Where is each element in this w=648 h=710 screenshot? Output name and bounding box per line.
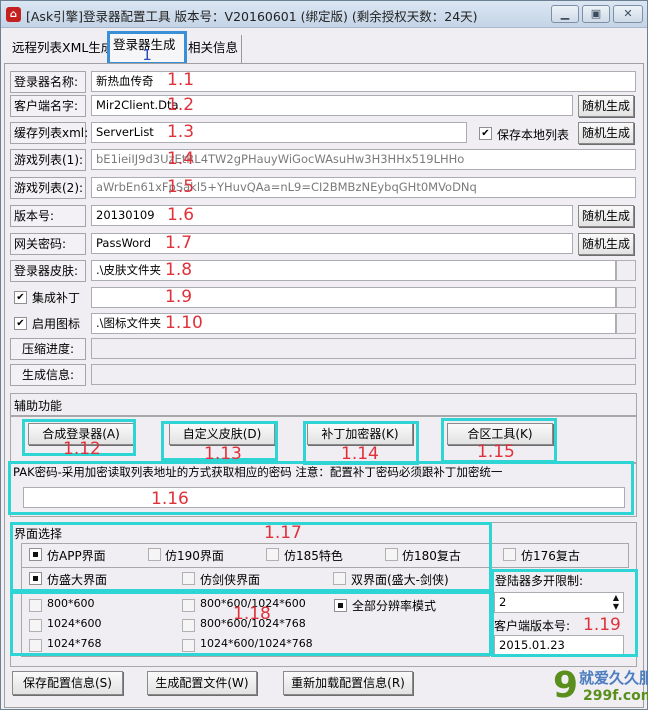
watermark-digit: 9 xyxy=(553,665,579,706)
aux-divider xyxy=(10,415,637,417)
launcher-skin-browse-button[interactable] xyxy=(616,260,636,281)
save-local-list-label: 保存本地列表 xyxy=(497,128,570,142)
generate-info-field xyxy=(91,364,636,385)
annotation-label: 1.18 xyxy=(233,604,271,624)
save-config-button[interactable]: 保存配置信息(S) xyxy=(12,671,123,695)
app-logo-icon: ⌂ xyxy=(6,7,21,22)
ui-option-checkbox[interactable] xyxy=(503,548,516,561)
maximize-button[interactable]: ▣ xyxy=(582,5,610,23)
tab-label: 相关信息 xyxy=(188,40,239,55)
launcher-name-label: 登录器名称: xyxy=(10,71,86,93)
annotation-label: 1.2 xyxy=(167,95,195,115)
close-icon: ✕ xyxy=(623,7,633,20)
version-input[interactable]: 20130109 xyxy=(91,205,573,226)
generate-config-button[interactable]: 生成配置文件(W) xyxy=(147,671,257,695)
annotation-label: 1.12 xyxy=(63,439,101,459)
annotation-label: 1.15 xyxy=(477,442,515,462)
title-bar: ⌂ [Ask引擎]登录器配置工具 版本号：V20160601 (绑定版) (剩余… xyxy=(1,1,647,28)
tab-label: 远程列表XML生成 xyxy=(12,40,114,55)
icon-browse-button[interactable] xyxy=(616,313,636,334)
annotation-label: 1.7 xyxy=(165,233,193,253)
compress-progress-label: 压缩进度: xyxy=(10,338,86,360)
random-cache-list-button[interactable]: 随机生成 xyxy=(578,122,634,144)
client-name-label: 客户端名字: xyxy=(10,95,86,117)
gateway-password-input[interactable]: PassWord xyxy=(91,233,573,254)
annotation-label: 1.9 xyxy=(165,287,193,307)
game-list-1-label: 游戏列表(1): xyxy=(10,149,86,171)
patch-browse-button[interactable] xyxy=(616,287,636,308)
tab-remote-xml[interactable]: 远程列表XML生成 xyxy=(9,35,116,63)
annotation-box xyxy=(8,461,634,515)
watermark-bottom: 299f.com xyxy=(583,688,648,704)
annotation-box xyxy=(491,569,638,657)
aux-functions-title: 辅助功能 xyxy=(14,399,63,413)
annotation-label: 1.6 xyxy=(167,205,195,225)
watermark-logo: 9 就爱久久服 299f.com xyxy=(553,665,648,708)
watermark-top: 就爱久久服 xyxy=(579,669,648,687)
save-local-list-checkbox[interactable]: ✔ xyxy=(479,127,492,140)
minimize-button[interactable]: ▁ xyxy=(551,5,579,23)
random-version-button[interactable]: 随机生成 xyxy=(578,205,634,227)
integrate-patch-label: 集成补丁 xyxy=(32,291,81,305)
tab-related-info[interactable]: 相关信息 xyxy=(185,35,243,63)
window-title: [Ask引擎]登录器配置工具 版本号：V20160601 (绑定版) (剩余授权… xyxy=(26,9,478,24)
app-window: ⌂ [Ask引擎]登录器配置工具 版本号：V20160601 (绑定版) (剩余… xyxy=(0,0,648,710)
cache-list-input[interactable]: ServerList xyxy=(91,122,467,143)
maximize-icon: ▣ xyxy=(590,7,602,20)
annotation-label: 1.16 xyxy=(151,489,189,509)
annotation-label: 1.1 xyxy=(167,70,195,90)
integrate-patch-checkbox[interactable]: ✔ xyxy=(14,291,27,304)
enable-icon-label: 启用图标 xyxy=(32,317,81,331)
gateway-password-label: 网关密码: xyxy=(10,233,86,255)
annotation-label: 1.8 xyxy=(165,260,193,280)
annotation-label: 1.5 xyxy=(167,177,195,197)
ui-option-label: 仿176复古 xyxy=(521,549,580,563)
close-button[interactable]: ✕ xyxy=(613,5,643,23)
generate-info-label: 生成信息: xyxy=(10,364,86,386)
annotation-box xyxy=(10,522,492,592)
client-name-input[interactable]: Mir2Client.Dta xyxy=(91,95,573,116)
game-list-2-label: 游戏列表(2): xyxy=(10,177,86,199)
annotation-label: 1.4 xyxy=(167,149,195,169)
version-label: 版本号: xyxy=(10,205,86,227)
reload-config-button[interactable]: 重新加载配置信息(R) xyxy=(283,671,413,695)
tab-launcher-generate[interactable]: 登录器生成 1 xyxy=(107,31,187,65)
compress-progress-bar xyxy=(91,338,636,359)
enable-icon-checkbox[interactable]: ✔ xyxy=(14,317,27,330)
random-client-name-button[interactable]: 随机生成 xyxy=(578,95,634,117)
random-gateway-password-button[interactable]: 随机生成 xyxy=(578,233,634,255)
annotation-label: 1.10 xyxy=(165,313,203,333)
minimize-icon: ▁ xyxy=(560,7,570,20)
launcher-skin-label: 登录器皮肤: xyxy=(10,260,86,282)
annotation-label: 1.3 xyxy=(167,122,195,142)
cache-list-label: 缓存列表xml: xyxy=(10,122,88,144)
